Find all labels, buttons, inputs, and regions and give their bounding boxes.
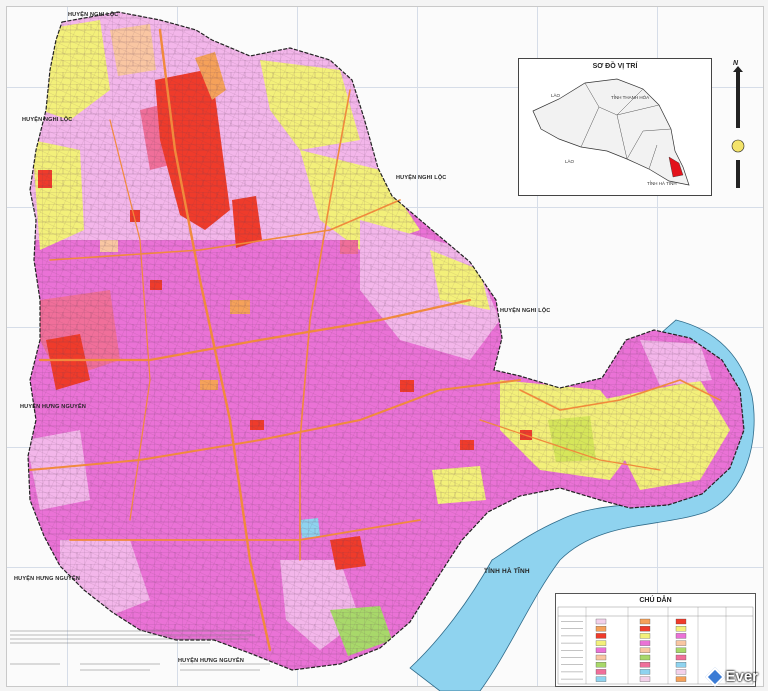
legend-swatch: [639, 626, 651, 632]
legend-swatch: [675, 654, 687, 661]
label-north: HUYỆN NGHI LỘC: [68, 12, 119, 18]
legend-swatch: [675, 633, 687, 639]
inset-laos-top: LÀO: [551, 93, 561, 98]
legend-swatch: [639, 669, 651, 675]
legend-swatch: [639, 654, 651, 661]
watermark-text: Ever: [725, 668, 758, 685]
legend-swatch: [639, 662, 651, 668]
legend-swatch: [675, 618, 687, 625]
legend-swatch: [595, 669, 607, 675]
inset-thanh-hoa: TỈNH THANH HÓA: [611, 95, 650, 100]
legend-swatch: [595, 676, 607, 682]
label-southeast: TỈNH HÀ TĨNH: [484, 568, 530, 575]
north-arrow: N: [727, 58, 749, 194]
legend-swatch: [639, 633, 651, 639]
legend-swatch: [639, 647, 651, 653]
label-northeast: HUYỆN NGHI LỘC: [396, 175, 447, 181]
legend-swatch: [675, 662, 687, 668]
legend-swatch: [675, 640, 687, 646]
legend-swatch: [595, 633, 607, 639]
legend-swatch: [595, 662, 607, 668]
label-west2: HUYỆN HƯNG NGUYÊN: [14, 576, 81, 582]
ever-logo-icon: [705, 666, 726, 687]
inset-laos-bottom: LÀO: [565, 159, 575, 164]
legend-swatch: [675, 676, 687, 682]
legend-swatch: [639, 676, 651, 682]
inset-ha-tinh: TỈNH HÀ TĨNH: [647, 181, 677, 186]
legend-swatch: [595, 626, 607, 632]
legend-swatch: [675, 626, 687, 632]
legend-swatch: [595, 654, 607, 661]
legend-swatch: [639, 640, 651, 646]
watermark: Ever: [705, 666, 758, 687]
label-northwest: HUYỆN NGHI LỘC: [22, 117, 73, 123]
label-west1: HUYỆN HƯNG NGUYÊN: [20, 404, 87, 410]
legend-swatch: [639, 618, 651, 625]
legend-swatch: [595, 640, 607, 646]
planning-notes: [10, 628, 260, 650]
legend-swatch: [595, 647, 607, 653]
legend-swatch: [595, 618, 607, 625]
location-inset: SƠ ĐỒ VỊ TRÍ LÀO LÀO TỈNH THANH HÓA TỈNH…: [518, 58, 712, 196]
legend-swatch: [675, 669, 687, 675]
province-outline: [532, 78, 690, 186]
label-east: HUYỆN NGHI LỘC: [500, 308, 551, 314]
signature-block: [10, 660, 310, 684]
legend-swatch: [675, 647, 687, 653]
